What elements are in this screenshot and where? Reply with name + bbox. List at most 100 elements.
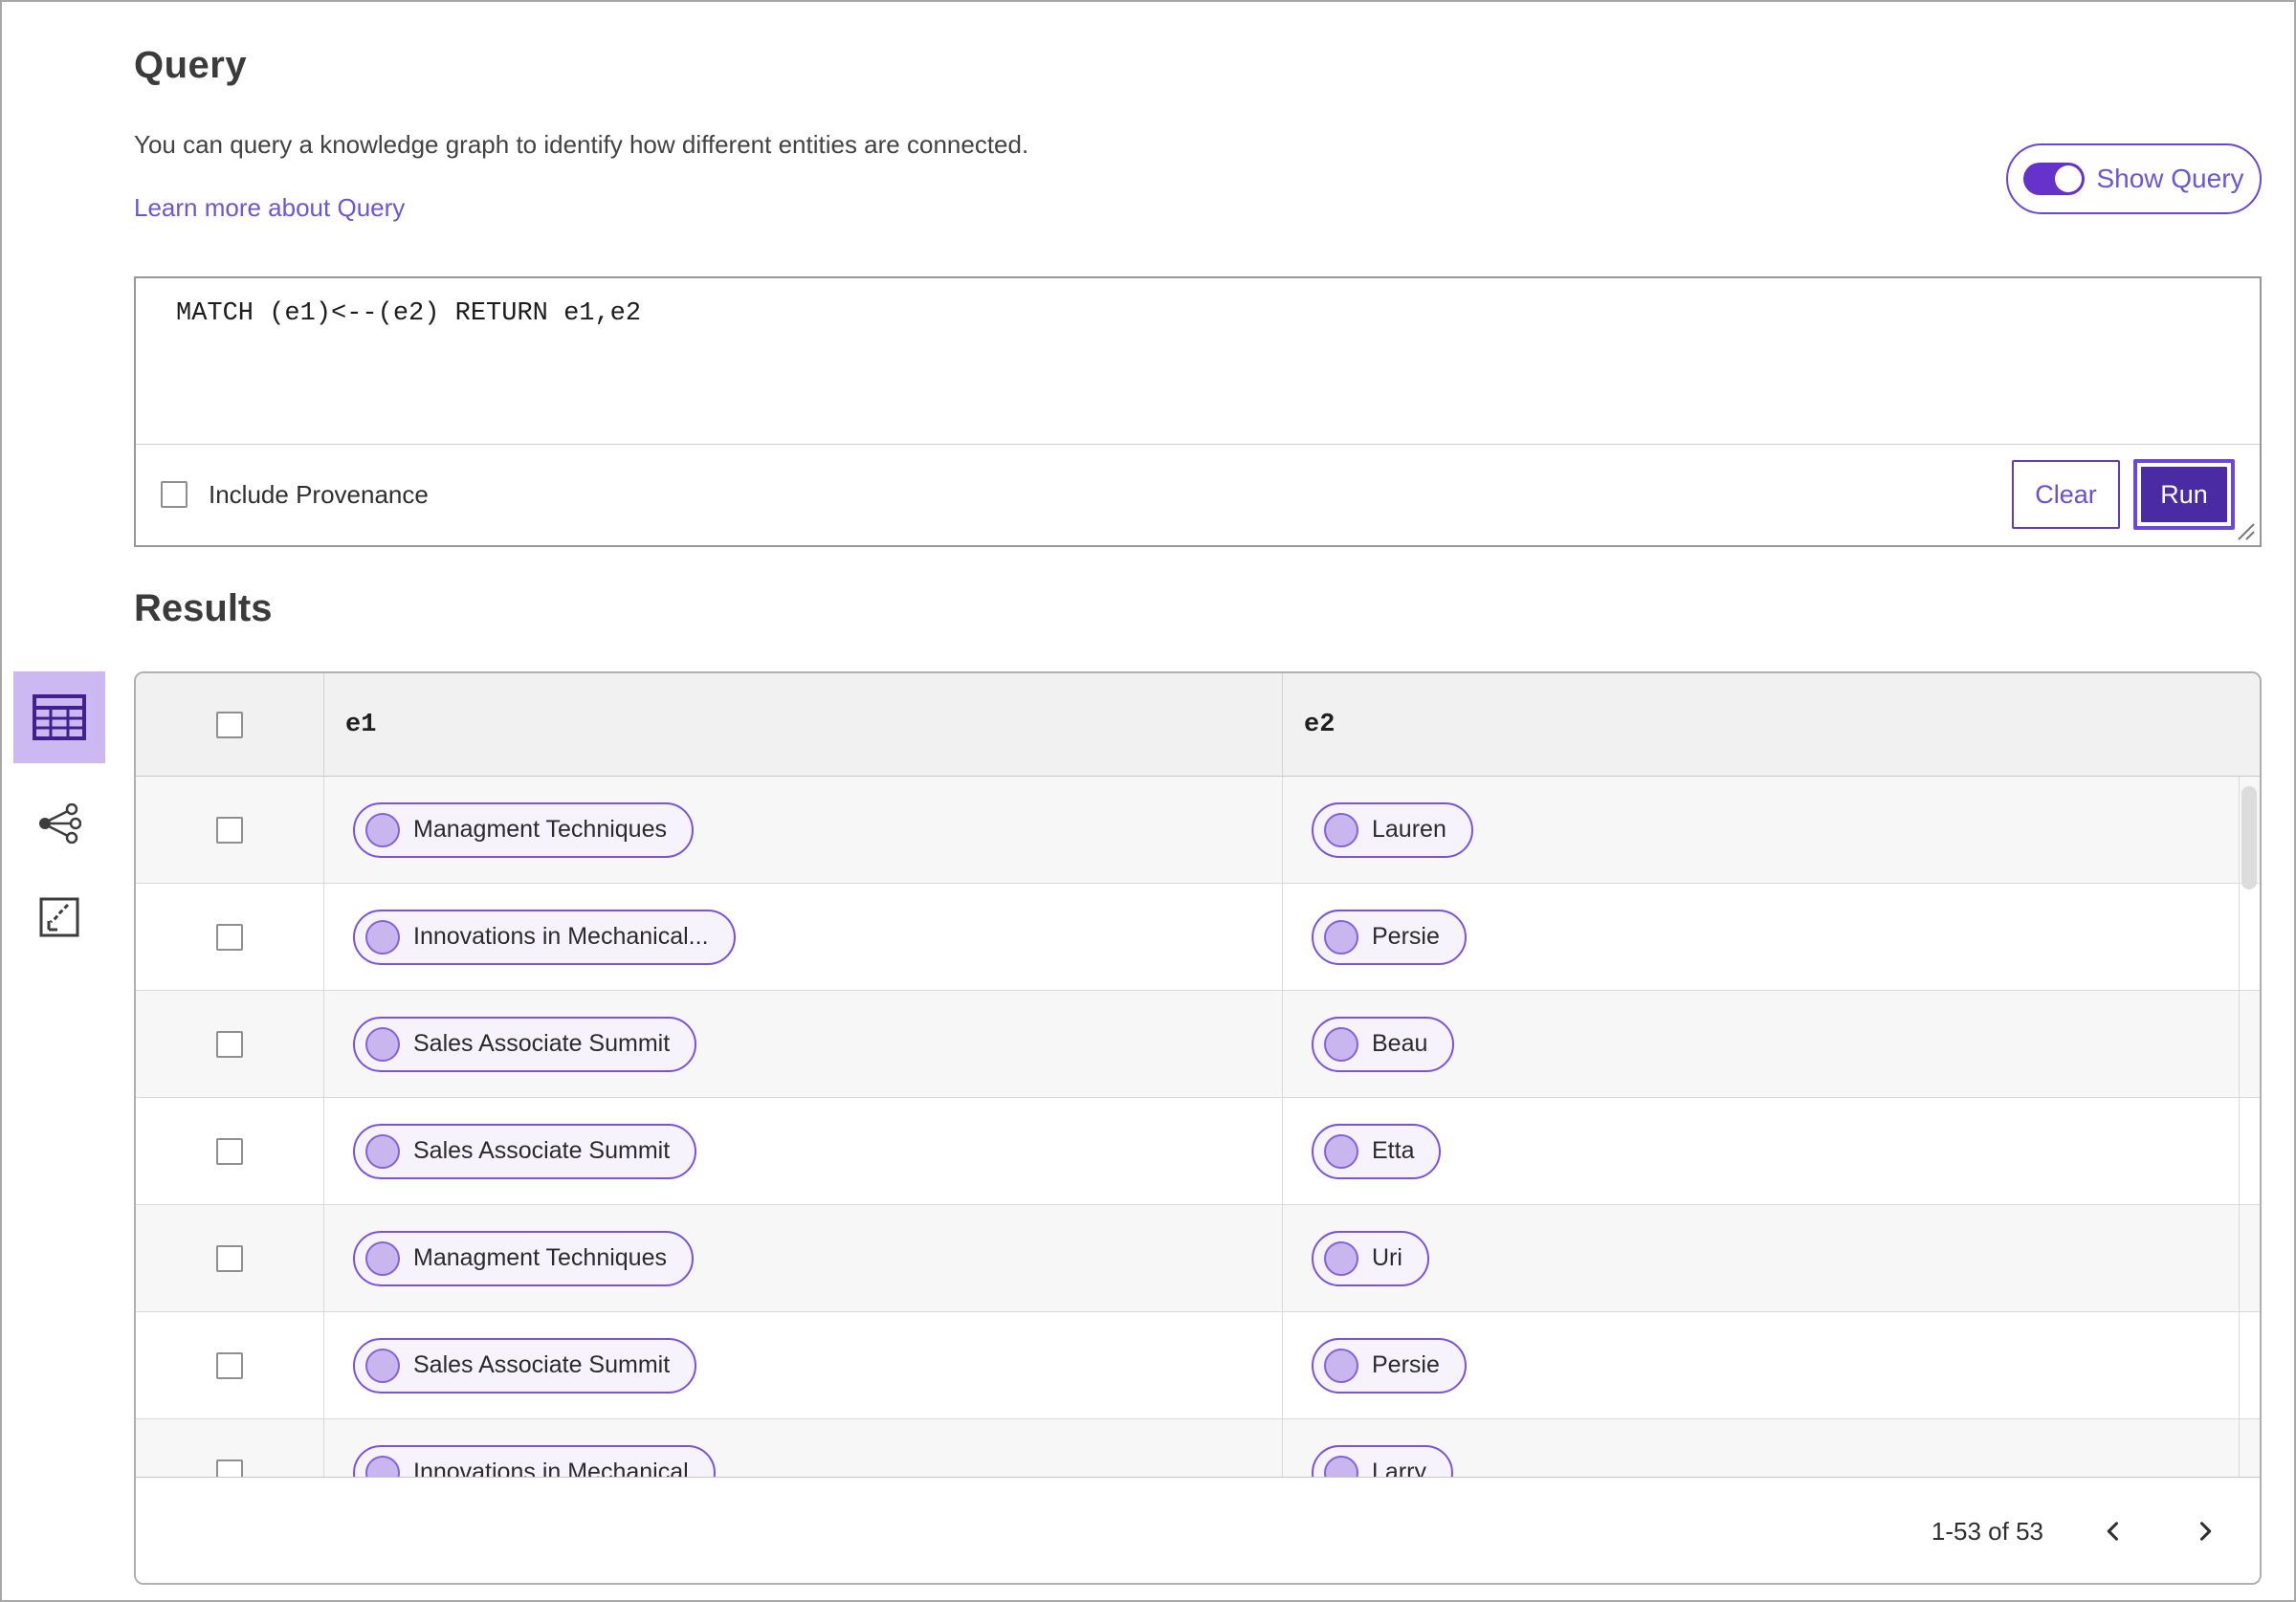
row-select-cell	[136, 1205, 323, 1311]
page-description: You can query a knowledge graph to ident…	[134, 130, 1029, 159]
column-header-e2: e2	[1282, 673, 2239, 776]
scrollbar-thumb[interactable]	[2241, 786, 2257, 889]
select-all-checkbox[interactable]	[216, 711, 243, 738]
header-scroll-cell	[2239, 673, 2260, 776]
entity-pill-e1[interactable]: Sales Associate Summit	[353, 1016, 697, 1072]
entity-pill-e2[interactable]: Lauren	[1312, 801, 1473, 858]
table-row: Sales Associate Summit Beau	[136, 991, 2260, 1098]
entity-pill-e2[interactable]: Beau	[1312, 1016, 1455, 1072]
results-title: Results	[134, 587, 273, 629]
learn-more-link[interactable]: Learn more about Query	[134, 193, 405, 223]
graph-view-button[interactable]	[13, 790, 105, 857]
include-provenance-option[interactable]: Include Provenance	[161, 480, 429, 510]
results-card: e1 e2 Managment Techniques Lauren Innova…	[134, 671, 2262, 1585]
pagination-range: 1-53 of 53	[1931, 1516, 2043, 1546]
row-select-cell	[136, 1419, 323, 1477]
table-view-button[interactable]	[13, 671, 105, 763]
row-select-cell	[136, 1312, 323, 1418]
entity-pill-e1[interactable]: Managment Techniques	[353, 1230, 694, 1286]
toggle-switch-icon[interactable]	[2023, 163, 2086, 195]
entity-node-icon	[1324, 1240, 1358, 1276]
toggle-knob	[2055, 165, 2083, 192]
include-provenance-checkbox[interactable]	[161, 481, 188, 508]
table-row: Innovations in Mechanical Larry	[136, 1419, 2260, 1477]
entity-label: Lauren	[1372, 816, 1446, 843]
entity-node-icon	[1324, 1133, 1358, 1169]
entity-label: Innovations in Mechanical	[413, 1459, 689, 1477]
show-query-toggle[interactable]: Show Query	[2006, 143, 2262, 214]
query-editor: MATCH (e1)<--(e2) RETURN e1,e2 Include P…	[134, 276, 2262, 547]
row-e2-cell: Lauren	[1282, 777, 2239, 883]
row-e2-cell: Persie	[1282, 884, 2239, 990]
table-body: Managment Techniques Lauren Innovations …	[136, 777, 2260, 1477]
entity-pill-e2[interactable]: Persie	[1312, 1337, 1467, 1394]
page-title: Query	[134, 44, 248, 86]
row-e1-cell: Managment Techniques	[323, 777, 1282, 883]
pagination-prev-button[interactable]	[2091, 1509, 2135, 1553]
resize-handle-icon[interactable]	[2235, 520, 2256, 541]
entity-label: Beau	[1372, 1030, 1428, 1057]
row-e2-cell: Persie	[1282, 1312, 2239, 1418]
results-view-switcher	[13, 671, 105, 951]
clear-button[interactable]: Clear	[2012, 460, 2120, 529]
entity-node-icon	[1324, 1348, 1358, 1383]
row-e2-cell: Uri	[1282, 1205, 2239, 1311]
entity-node-icon	[365, 1240, 400, 1276]
entity-label: Larry	[1372, 1459, 1426, 1477]
row-select-cell	[136, 991, 323, 1097]
entity-pill-e1[interactable]: Sales Associate Summit	[353, 1337, 697, 1394]
expand-icon	[39, 897, 79, 937]
entity-node-icon	[365, 1133, 400, 1169]
row-select-cell	[136, 777, 323, 883]
include-provenance-label: Include Provenance	[209, 479, 429, 509]
run-button[interactable]: Run	[2141, 467, 2227, 522]
row-checkbox[interactable]	[216, 923, 243, 951]
pagination-next-button[interactable]	[2183, 1509, 2227, 1553]
query-footer: Include Provenance Clear Run	[136, 445, 2260, 544]
row-scroll-cell	[2239, 1205, 2260, 1311]
row-checkbox[interactable]	[216, 1351, 243, 1379]
table-header-row: e1 e2	[136, 673, 2260, 777]
entity-label: Etta	[1372, 1137, 1415, 1164]
entity-pill-e2[interactable]: Etta	[1312, 1123, 1442, 1179]
table-icon	[33, 694, 86, 740]
row-e2-cell: Larry	[1282, 1419, 2239, 1477]
row-checkbox[interactable]	[216, 1244, 243, 1272]
row-checkbox[interactable]	[216, 1459, 243, 1477]
entity-pill-e2[interactable]: Larry	[1312, 1444, 1453, 1477]
row-scroll-cell	[2239, 884, 2260, 990]
row-e1-cell: Innovations in Mechanical	[323, 1419, 1282, 1477]
query-page: Query You can query a knowledge graph to…	[0, 0, 2296, 1602]
entity-node-icon	[365, 1026, 400, 1062]
row-scroll-cell	[2239, 1419, 2260, 1477]
table-row: Managment Techniques Uri	[136, 1205, 2260, 1312]
entity-pill-e1[interactable]: Innovations in Mechanical	[353, 1444, 716, 1477]
row-e1-cell: Sales Associate Summit	[323, 1098, 1282, 1204]
row-e2-cell: Etta	[1282, 1098, 2239, 1204]
entity-label: Sales Associate Summit	[413, 1137, 671, 1164]
entity-pill-e1[interactable]: Managment Techniques	[353, 801, 694, 858]
entity-pill-e1[interactable]: Sales Associate Summit	[353, 1123, 697, 1179]
query-input[interactable]: MATCH (e1)<--(e2) RETURN e1,e2	[136, 278, 2260, 445]
entity-pill-e2[interactable]: Persie	[1312, 909, 1467, 965]
row-checkbox[interactable]	[216, 816, 243, 844]
entity-pill-e1[interactable]: Innovations in Mechanical...	[353, 909, 736, 965]
entity-label: Managment Techniques	[413, 816, 667, 843]
row-checkbox[interactable]	[216, 1030, 243, 1058]
expand-view-button[interactable]	[13, 884, 105, 951]
entity-label: Persie	[1372, 923, 1440, 950]
graph-icon	[39, 803, 81, 844]
chevron-right-icon	[2199, 1522, 2212, 1541]
row-e1-cell: Managment Techniques	[323, 1205, 1282, 1311]
row-scroll-cell	[2239, 991, 2260, 1097]
entity-node-icon	[365, 812, 400, 847]
row-checkbox[interactable]	[216, 1137, 243, 1165]
column-header-e1: e1	[323, 673, 1282, 776]
entity-node-icon	[365, 1348, 400, 1383]
entity-pill-e2[interactable]: Uri	[1312, 1230, 1429, 1286]
table-row: Managment Techniques Lauren	[136, 777, 2260, 884]
query-actions: Clear Run	[2012, 459, 2235, 530]
entity-node-icon	[1324, 1026, 1358, 1062]
entity-node-icon	[1324, 812, 1358, 847]
row-scroll-cell	[2239, 1098, 2260, 1204]
